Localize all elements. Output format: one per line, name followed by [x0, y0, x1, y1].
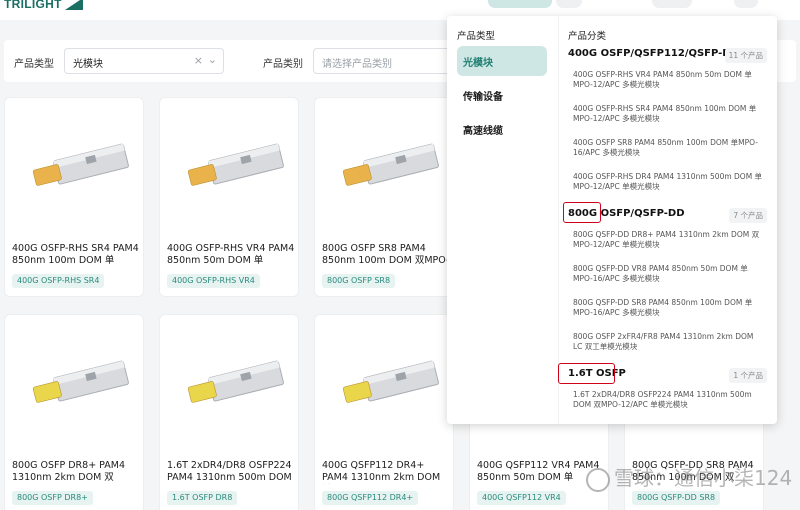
nav-tab[interactable] — [734, 0, 758, 8]
product-link[interactable]: 800G QSFP-DD VR8 PAM4 850nm 50m DOM 单MPO… — [573, 264, 765, 284]
product-link[interactable]: 400G OSFP SR8 PAM4 850nm 100m DOM 单MPO-1… — [573, 138, 765, 158]
product-card[interactable]: 400G OSFP-RHS VR4 PAM4 850nm 50m DOM 单MP… — [159, 97, 299, 297]
product-tag[interactable]: 400G OSFP-RHS SR4 — [12, 274, 105, 288]
product-title[interactable]: 400G OSFP-RHS VR4 PAM4 850nm 50m DOM 单MP… — [167, 243, 297, 267]
product-card[interactable]: 400G QSFP112 DR4+ PAM4 1310nm 2km DOM 单M… — [314, 314, 454, 510]
panel-type-label: 传输设备 — [463, 92, 503, 103]
product-image — [32, 360, 129, 403]
snowball-logo-icon — [586, 468, 610, 492]
panel-category-header: 产品分类 — [568, 31, 607, 42]
panel-type-header: 产品类型 — [457, 31, 496, 42]
product-title[interactable]: 800G OSFP SR8 PAM4 850nm 100m DOM 双MPO-1… — [322, 243, 452, 267]
product-image — [342, 143, 439, 186]
panel-type-label: 高速线缆 — [463, 126, 503, 137]
group-count-badge: 11 个产品 — [724, 48, 767, 63]
product-title[interactable]: 400G OSFP-RHS SR4 PAM4 850nm 100m DOM 单M… — [12, 243, 142, 267]
product-tag[interactable]: 400G QSFP112 VR4 — [477, 491, 566, 505]
product-link[interactable]: 800G QSFP-DD SR8 PAM4 850nm 100m DOM 单MP… — [573, 298, 765, 318]
product-card[interactable]: 800G OSFP SR8 PAM4 850nm 100m DOM 双MPO-1… — [314, 97, 454, 297]
close-icon[interactable]: × — [194, 54, 203, 67]
logo-mark-icon — [64, 0, 83, 10]
product-tag[interactable]: 800G OSFP DR8+ — [12, 491, 93, 505]
nav-tab[interactable] — [556, 0, 582, 8]
panel-type-transmission[interactable]: 传输设备 — [457, 80, 547, 110]
logo-text: TRILIGHT — [4, 0, 62, 11]
product-tag[interactable]: 800G QSFP-DD SR8 — [632, 491, 721, 505]
product-category-placeholder: 请选择产品类别 — [322, 59, 392, 70]
panel-type-label: 光模块 — [463, 58, 493, 69]
product-link[interactable]: 400G OSFP-RHS SR4 PAM4 850nm 100m DOM 单M… — [573, 104, 765, 124]
product-card[interactable]: 400G OSFP-RHS SR4 PAM4 850nm 100m DOM 单M… — [4, 97, 144, 297]
panel-type-cable[interactable]: 高速线缆 — [457, 114, 547, 144]
product-link[interactable]: 1.6T 2xDR4/DR8 OSFP224 PAM4 1310nm 500m … — [573, 390, 765, 410]
watermark-text: 雪球：通信小柒124 — [614, 466, 793, 490]
product-link[interactable]: 800G OSFP 2xFR4/FR8 PAM4 1310nm 2km DOM … — [573, 332, 765, 352]
product-type-value: 光模块 — [73, 59, 103, 70]
chevron-down-icon[interactable]: ⌄ — [208, 53, 217, 66]
product-category-label: 产品类别 — [263, 59, 303, 70]
product-image — [32, 143, 129, 186]
group-title-400g[interactable]: 400G OSFP/QSFP112/QSFP-DD — [568, 48, 739, 59]
product-link[interactable]: 400G OSFP-RHS DR4 PAM4 1310nm 500m DOM 单… — [573, 172, 765, 192]
product-image — [187, 143, 284, 186]
product-tag[interactable]: 1.6T OSFP DR8 — [167, 491, 238, 505]
nav-tab[interactable] — [652, 0, 692, 8]
group-count-badge: 7 个产品 — [729, 208, 767, 223]
product-card[interactable]: 1.6T 2xDR4/DR8 OSFP224 PAM4 1310nm 500m … — [159, 314, 299, 510]
product-image — [187, 360, 284, 403]
highlight-box — [558, 363, 615, 384]
product-link[interactable]: 800G QSFP-DD DR8+ PAM4 1310nm 2km DOM 双M… — [573, 230, 765, 250]
product-tag[interactable]: 800G OSFP SR8 — [322, 274, 396, 288]
product-title[interactable]: 1.6T 2xDR4/DR8 OSFP224 PAM4 1310nm 500m … — [167, 460, 297, 484]
nav-tab-active[interactable] — [488, 0, 552, 8]
logo[interactable]: TRILIGHT — [4, 0, 83, 12]
product-type-label: 产品类型 — [14, 59, 54, 70]
highlight-box — [563, 202, 601, 223]
product-link[interactable]: 400G OSFP-RHS VR4 PAM4 850nm 50m DOM 单MP… — [573, 70, 765, 90]
product-card[interactable]: 800G OSFP DR8+ PAM4 1310nm 2km DOM 双MPO-… — [4, 314, 144, 510]
panel-type-optical-module[interactable]: 光模块 — [457, 46, 547, 76]
product-category-select[interactable]: 请选择产品类别 — [313, 48, 453, 74]
product-type-select[interactable]: 光模块 × ⌄ — [64, 48, 224, 74]
category-dropdown-panel: 产品类型 光模块 传输设备 高速线缆 产品分类 400G OSFP/QSFP11… — [447, 16, 777, 424]
product-title[interactable]: 800G OSFP DR8+ PAM4 1310nm 2km DOM 双MPO-… — [12, 460, 142, 484]
product-tag[interactable]: 800G QSFP112 DR4+ — [322, 491, 419, 505]
product-title[interactable]: 400G QSFP112 DR4+ PAM4 1310nm 2km DOM 单M… — [322, 460, 452, 484]
product-tag[interactable]: 400G OSFP-RHS VR4 — [167, 274, 260, 288]
group-count-badge: 1 个产品 — [729, 368, 767, 383]
product-image — [342, 360, 439, 403]
